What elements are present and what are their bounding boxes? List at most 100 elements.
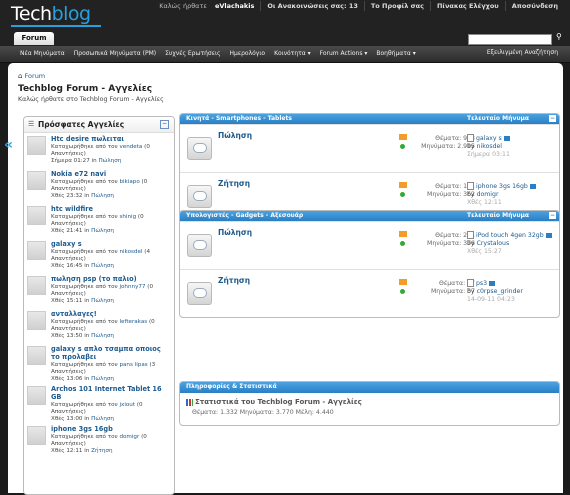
collapse-sidebar-icon[interactable]: «	[4, 138, 18, 152]
search-icon[interactable]: ⚲	[556, 32, 565, 41]
post-author-link[interactable]: vendeta	[119, 144, 142, 150]
sidebar-title: Πρόσφατες Αγγελίες	[38, 120, 125, 129]
breadcrumb: ⌂ Forum	[18, 72, 45, 80]
site-logo[interactable]: Techblog	[11, 3, 91, 25]
go-to-post-icon[interactable]	[545, 232, 552, 238]
nav-item-5[interactable]: Forum Actions ▾	[320, 49, 368, 58]
rss-icon[interactable]	[399, 231, 407, 237]
nav-item-1[interactable]: Προσωπικά Μηνύματα (PM)	[74, 49, 156, 58]
collapse-icon[interactable]: −	[160, 120, 169, 129]
forum-name-link[interactable]: Ζήτηση	[218, 276, 250, 285]
nav-item-3[interactable]: Ημερολόγιο	[230, 49, 266, 58]
nav-item-6[interactable]: Βοηθήματα ▾	[376, 49, 415, 58]
post-title-link[interactable]: galaxy s	[51, 240, 169, 248]
profile-link[interactable]: Το Προφίλ σας	[363, 1, 430, 11]
post-title-link[interactable]: galaxy s απλο τσαμπα οποιος το προλαβει	[51, 345, 169, 361]
post-title-link[interactable]: Archos 101 Internet Tablet 16 GB	[51, 385, 169, 401]
logout-link[interactable]: Αποσύνδεση	[504, 1, 564, 11]
rss-icon[interactable]	[399, 134, 407, 140]
last-post-author-link[interactable]: nikosdel	[477, 143, 502, 150]
post-title-link[interactable]: Nokia e72 navi	[51, 170, 169, 178]
forum-name-link[interactable]: Πώληση	[218, 228, 252, 237]
sidebar-header: ☰ Πρόσφατες Αγγελίες −	[24, 117, 174, 133]
go-to-post-icon[interactable]	[529, 183, 536, 189]
page-subtitle: Καλώς ήρθατε στο Techblog Forum - Αγγελί…	[18, 96, 164, 103]
post-forum-link[interactable]: Πώληση	[91, 333, 114, 339]
post-forum-link[interactable]: Πώληση	[91, 376, 114, 382]
post-title-link[interactable]: ανταλλαγες!	[51, 310, 169, 318]
nav-item-2[interactable]: Συχνές Ερωτήσεις	[165, 49, 220, 58]
recent-post-item: ανταλλαγες! Καταχωρήθηκε από τον lefterak…	[24, 308, 174, 343]
online-status-icon	[400, 289, 405, 294]
forum-name-link[interactable]: Ζήτηση	[218, 179, 250, 188]
post-author-link[interactable]: shinig	[119, 214, 136, 220]
last-post-title-link[interactable]: galaxy s	[476, 135, 502, 142]
go-to-post-icon[interactable]	[503, 135, 510, 141]
post-title-link[interactable]: iphone 3gs 16gb	[51, 425, 169, 433]
last-post-title-link[interactable]: iPod touch 4gen 32gb	[476, 232, 544, 239]
avatar	[27, 426, 46, 445]
last-post-info: iPod touch 4gen 32gb by Crystalous Χθές 15…	[467, 231, 555, 256]
forum-stats: Θέματα: 171 Μηνύματα: 362	[427, 183, 475, 198]
last-post-author-link[interactable]: domigr	[477, 191, 499, 198]
recent-post-item: Htc desire πωλειται Καταχωρήθηκε από τον …	[24, 133, 174, 168]
username-link[interactable]: eVlachakis	[215, 2, 254, 10]
post-author-link[interactable]: domigr	[119, 434, 139, 440]
last-post-author-link[interactable]: Crystalous	[477, 240, 510, 247]
speech-bubble-icon	[193, 240, 207, 250]
last-post-title-link[interactable]: ps3	[476, 280, 487, 287]
forum-name-link[interactable]: Πώληση	[218, 131, 252, 140]
post-author-link[interactable]: pans lipas	[119, 362, 147, 368]
post-title-link[interactable]: πωληση psp (το παλιο)	[51, 275, 169, 283]
rss-icon[interactable]	[399, 279, 407, 285]
post-forum-link[interactable]: Ζήτηση	[91, 448, 112, 454]
recent-ads-sidebar: ☰ Πρόσφατες Αγγελίες − Htc desire πωλειτ…	[23, 116, 175, 495]
post-forum-link[interactable]: Πώληση	[91, 228, 114, 234]
forum-status-icon	[187, 185, 212, 208]
category-title[interactable]: Κινητά - Smartphones - Tablets	[186, 115, 292, 122]
category-mobiles: Κινητά - Smartphones - Tablets Τελευταίο …	[179, 113, 560, 221]
user-links: Καλώς ήρθατε eVlachakis Οι Ανακοινώσεις …	[147, 1, 564, 11]
search-input[interactable]	[468, 34, 552, 45]
post-author-link[interactable]: johnny77	[119, 284, 145, 290]
collapse-icon[interactable]: −	[549, 212, 556, 219]
forum-row: Ζήτηση Θέματα: 17 Μηνύματα: 37 ps3 by c0rpse…	[180, 269, 559, 317]
category-computers: Υπολογιστές - Gadgets - Αξεσουάρ Τελευταί…	[179, 210, 560, 318]
post-forum-link[interactable]: Πώληση	[98, 158, 121, 164]
control-panel-link[interactable]: Πίνακας Ελέγχου	[429, 1, 505, 11]
last-post-header: Τελευταίο Μήνυμα	[467, 212, 530, 219]
post-title-link[interactable]: Htc desire πωλειται	[51, 135, 169, 143]
advanced-search-link[interactable]: Εξειλιγμένη Αναζήτηση	[487, 49, 558, 56]
post-meta: Καταχωρήθηκε από τον domigr (0 Απαντήσει…	[51, 434, 147, 454]
home-icon[interactable]: ⌂	[18, 72, 22, 80]
document-icon	[467, 182, 474, 190]
recent-post-item: Nokia e72 navi Καταχωρήθηκε από τον bikia…	[24, 168, 174, 203]
avatar	[27, 311, 46, 330]
online-status-icon	[400, 192, 405, 197]
post-author-link[interactable]: jxiout	[119, 402, 135, 408]
last-post-title-link[interactable]: iphone 3gs 16gb	[476, 183, 528, 190]
post-author-link[interactable]: bikiapo	[119, 179, 139, 185]
collapse-icon[interactable]: −	[549, 115, 556, 122]
notifications-link[interactable]: Οι Ανακοινώσεις σας: 13	[260, 1, 364, 11]
category-title[interactable]: Υπολογιστές - Gadgets - Αξεσουάρ	[186, 212, 303, 219]
post-forum-link[interactable]: Πώληση	[91, 193, 114, 199]
breadcrumb-forum[interactable]: Forum	[25, 72, 46, 80]
last-post-info: iphone 3gs 16gb by domigr Χθές 12:11	[467, 182, 555, 207]
logo-underline	[11, 25, 101, 27]
post-author-link[interactable]: lefterakas	[119, 319, 147, 325]
post-meta: Καταχωρήθηκε από τον johnny77 (0 Απαντήσ…	[51, 284, 154, 304]
nav-item-0[interactable]: Νέα Μηνύματα	[20, 49, 65, 58]
recent-post-item: Archos 101 Internet Tablet 16 GB Καταχωρή…	[24, 383, 174, 423]
rss-icon[interactable]	[399, 182, 407, 188]
post-forum-link[interactable]: Πώληση	[91, 298, 114, 304]
post-title-link[interactable]: htc wildfire	[51, 205, 169, 213]
tab-forum[interactable]: Forum	[14, 32, 54, 45]
post-forum-link[interactable]: Πώληση	[91, 263, 114, 269]
post-forum-link[interactable]: Πώληση	[91, 416, 114, 422]
recent-posts-list: Htc desire πωλειται Καταχωρήθηκε από τον …	[24, 133, 174, 458]
last-post-author-link[interactable]: c0rpse_grinder	[477, 288, 523, 295]
nav-item-4[interactable]: Κοινότητα ▾	[274, 49, 311, 58]
go-to-post-icon[interactable]	[489, 280, 496, 286]
post-author-link[interactable]: nikosdel	[119, 249, 142, 255]
